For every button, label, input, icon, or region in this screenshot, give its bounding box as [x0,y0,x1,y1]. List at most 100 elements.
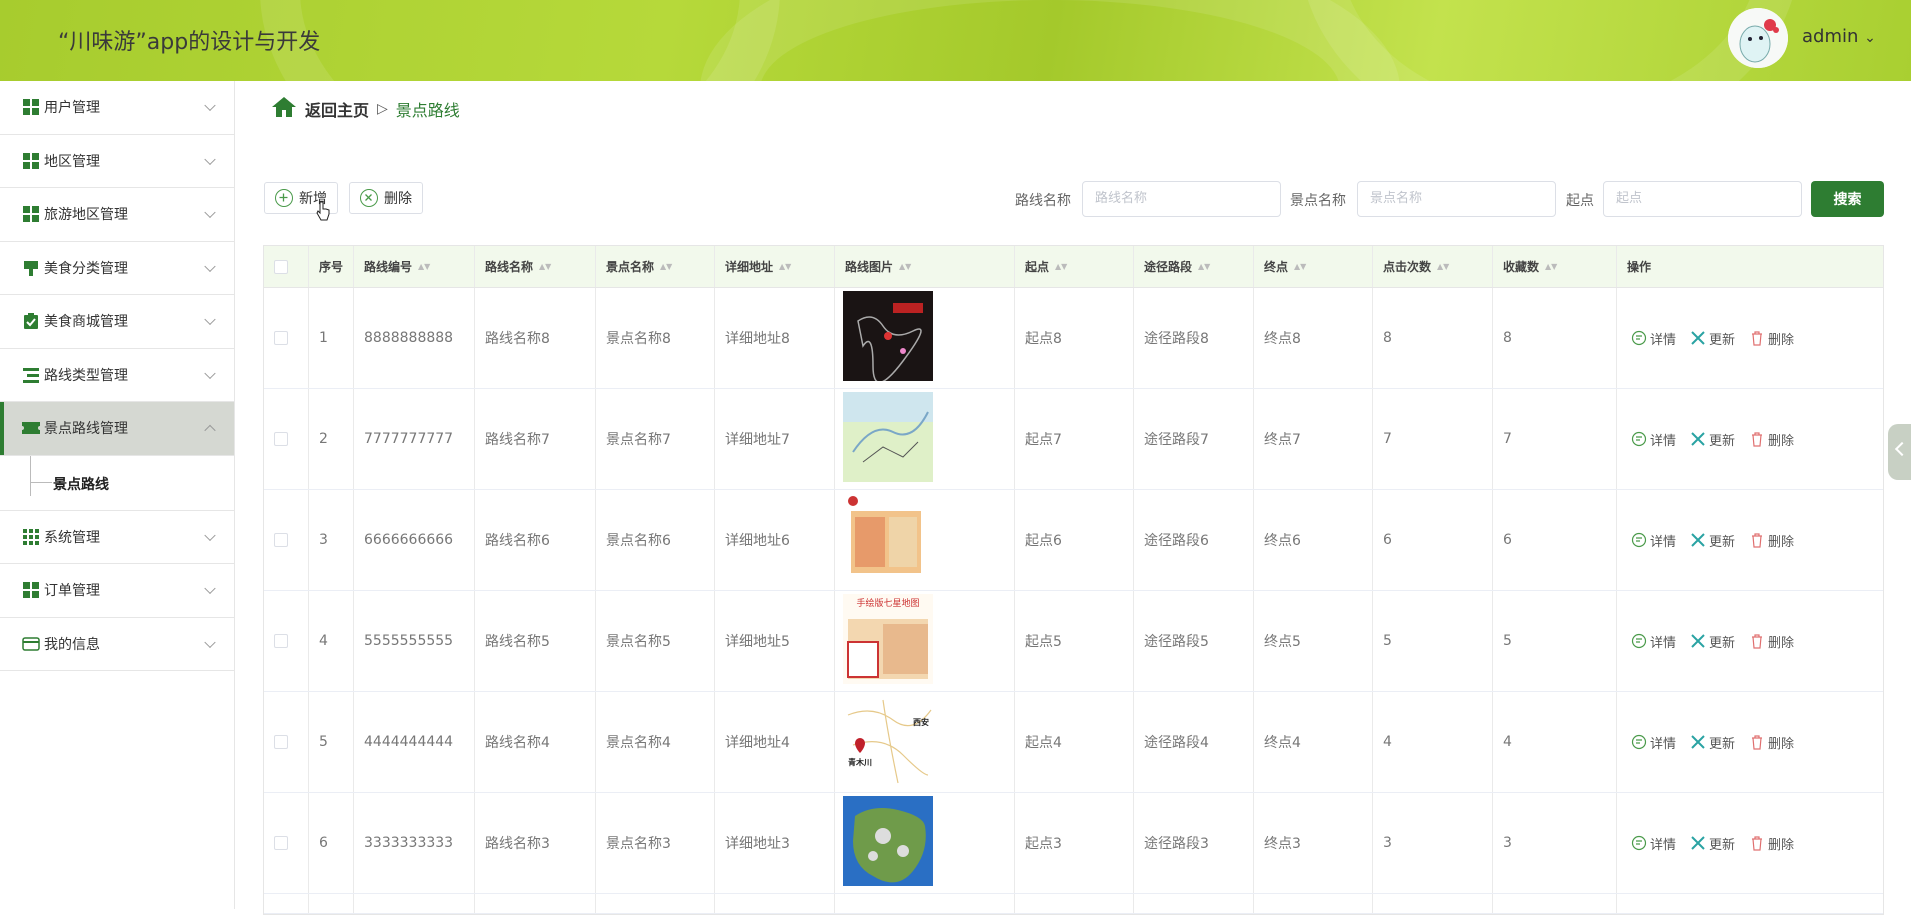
sort-icon[interactable]: ▲▼ [1198,263,1210,271]
sort-icon[interactable]: ▲▼ [1437,263,1449,271]
detail-label: 详情 [1650,332,1677,348]
update-button[interactable]: 更新 [1690,531,1735,550]
chevron-down-icon [204,367,216,379]
col-header[interactable]: 收藏数 ▲▼ [1493,246,1617,287]
col-header[interactable]: 路线编号 ▲▼ [354,246,475,287]
sidebar-item-route-types[interactable]: 路线类型管理 [0,349,234,402]
home-icon[interactable] [271,96,297,122]
col-header[interactable]: 景点名称 ▲▼ [596,246,715,287]
col-header[interactable]: 详细地址 ▲▼ [715,246,835,287]
trash-icon [1749,532,1765,548]
start-input[interactable]: 起点 [1603,181,1802,217]
sort-icon[interactable]: ▲▼ [1055,263,1067,271]
chevron-down-icon [204,313,216,326]
delete-row-button[interactable]: 删除 [1749,329,1794,348]
sort-icon[interactable]: ▲▼ [418,263,430,271]
grid-icon [22,98,40,116]
breadcrumb: 返回主页 ▷ 景点路线 [271,96,460,122]
sidebar-item-label: 美食商城管理 [44,314,128,331]
cell-end: 终点3 [1254,793,1373,893]
row-checkbox[interactable] [274,634,288,648]
avatar[interactable] [1728,8,1788,68]
select-cell [264,793,309,893]
detail-button[interactable]: 详情 [1631,733,1676,752]
delete-row-button[interactable]: 删除 [1749,733,1794,752]
search-button[interactable]: 搜索 [1811,181,1884,217]
sort-icon[interactable]: ▲▼ [1545,263,1557,271]
route-image[interactable] [843,392,933,486]
row-checkbox[interactable] [274,432,288,446]
sidebar-item-scenic-routes[interactable]: 景点路线管理 [0,402,234,456]
update-button[interactable]: 更新 [1690,834,1735,853]
delete-row-button[interactable]: 删除 [1749,834,1794,853]
delete-row-button[interactable]: 删除 [1749,430,1794,449]
sort-icon[interactable]: ▲▼ [1294,263,1306,271]
row-checkbox[interactable] [274,836,288,850]
sidebar-item-my-info[interactable]: 我的信息 [0,618,234,671]
sidebar-item-food-categories[interactable]: 美食分类管理 [0,242,234,295]
detail-button[interactable]: 详情 [1631,632,1676,651]
update-button[interactable]: 更新 [1690,430,1735,449]
detail-button[interactable]: 详情 [1631,329,1676,348]
delete-row-label: 删除 [1768,736,1795,752]
collapse-panel-button[interactable] [1888,424,1911,480]
delete-row-button[interactable]: 删除 [1749,632,1794,651]
col-header[interactable]: 终点 ▲▼ [1254,246,1373,287]
cell-favs: 3 [1493,793,1617,893]
sidebar-item-food-mall[interactable]: 美食商城管理 [0,295,234,349]
sort-icon[interactable]: ▲▼ [899,263,911,271]
cell-route-name: 路线名称3 [475,793,596,893]
sidebar-item-users[interactable]: 用户管理 [0,81,234,135]
sidebar-item-orders[interactable]: 订单管理 [0,564,234,618]
route-image[interactable]: 手绘版七星地图 [843,594,933,688]
col-header[interactable]: 路线图片 ▲▼ [835,246,1015,287]
chevron-down-icon [204,260,216,272]
col-header[interactable]: 途径路段 ▲▼ [1134,246,1254,287]
table-row: 6 3333333333 路线名称3 景点名称3 详细地址3 起点3 途径路段3 终点3 3 3 … [264,793,1883,894]
delete-button[interactable]: 删除 [349,182,423,214]
tools-icon [1690,835,1706,851]
sort-icon[interactable]: ▲▼ [779,263,791,271]
breadcrumb-home[interactable]: 返回主页 [305,97,369,121]
cell-start: 起点6 [1015,490,1134,590]
update-button[interactable]: 更新 [1690,329,1735,348]
row-checkbox[interactable] [274,331,288,345]
route-name-input[interactable]: 路线名称 [1082,181,1281,217]
col-header[interactable]: 点击次数 ▲▼ [1373,246,1493,287]
sidebar-item-travel-regions[interactable]: 旅游地区管理 [0,188,234,242]
detail-label: 详情 [1650,736,1677,752]
update-button[interactable]: 更新 [1690,632,1735,651]
detail-button[interactable]: 详情 [1631,531,1676,550]
row-checkbox[interactable] [274,533,288,547]
delete-row-button[interactable]: 删除 [1749,531,1794,550]
sidebar-item-regions[interactable]: 地区管理 [0,135,234,188]
detail-button[interactable]: 详情 [1631,834,1676,853]
grid9-icon [22,528,40,546]
cell-favs: 6 [1493,490,1617,590]
wallet-icon [22,635,40,653]
col-header: 操作 [1617,246,1883,287]
update-button[interactable]: 更新 [1690,733,1735,752]
route-image[interactable] [843,291,933,385]
row-checkbox[interactable] [274,735,288,749]
flag-icon [22,259,40,277]
route-image[interactable] [843,493,933,587]
col-header[interactable]: 路线名称 ▲▼ [475,246,596,287]
spot-name-input[interactable]: 景点名称 [1357,181,1556,217]
sort-icon[interactable]: ▲▼ [660,263,672,271]
user-menu[interactable]: admin ⌄ [1802,26,1876,47]
chevron-down-icon [204,206,216,219]
table-row: 2 7777777777 路线名称7 景点名称7 详细地址7 起点7 途径路段7 终点7 7 7 … [264,389,1883,490]
cell-start: 起点8 [1015,288,1134,388]
route-image[interactable]: 西安 青木川 [843,695,933,789]
submenu-scenic-route[interactable]: 景点路线 [0,455,234,511]
sort-icon[interactable]: ▲▼ [539,263,551,271]
x-circle-icon [360,189,378,207]
cell-route-name: 路线名称5 [475,591,596,691]
select-all-checkbox[interactable] [274,259,288,274]
sidebar-item-label: 用户管理 [44,100,100,117]
route-image[interactable] [843,796,933,890]
col-header[interactable]: 起点 ▲▼ [1015,246,1134,287]
detail-button[interactable]: 详情 [1631,430,1676,449]
sidebar-item-system[interactable]: 系统管理 [0,511,234,564]
